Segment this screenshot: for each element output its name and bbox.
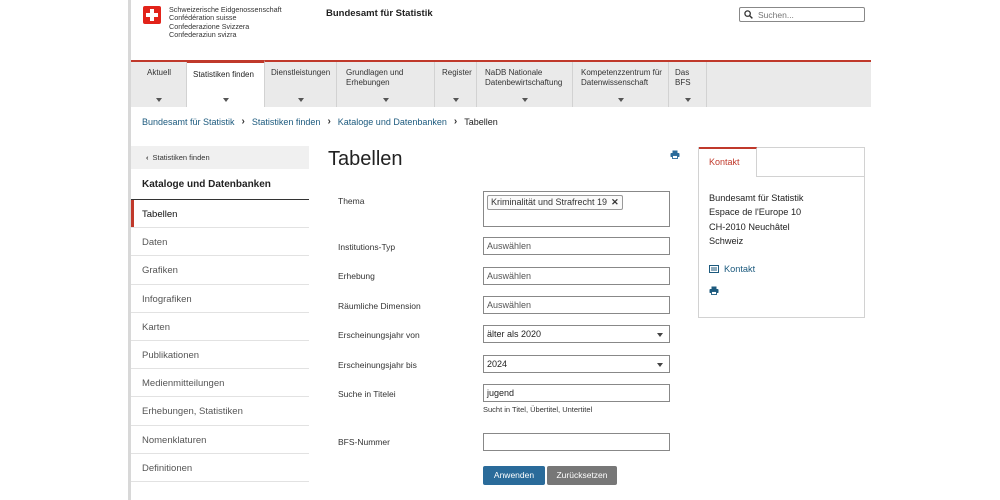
swiss-flag-logo[interactable] bbox=[143, 6, 161, 24]
sidebar-item-karten[interactable]: Karten bbox=[131, 313, 309, 341]
nav-item-aktuell[interactable]: Aktuell bbox=[131, 62, 187, 107]
sidebar-item-medienmitteilungen[interactable]: Medienmitteilungen bbox=[131, 369, 309, 398]
contact-tab-divider bbox=[757, 176, 864, 177]
nav-item-label: Kompetenzzentrum für Datenwissenschaft bbox=[581, 68, 662, 87]
chevron-left-icon: ‹ bbox=[146, 153, 149, 162]
nav-item-das-bfs[interactable]: Das BFS bbox=[669, 62, 707, 107]
search-input[interactable] bbox=[758, 9, 862, 20]
search-box[interactable] bbox=[739, 7, 865, 22]
breadcrumb-link-bfs[interactable]: Bundesamt für Statistik bbox=[142, 117, 235, 127]
chevron-down-icon bbox=[521, 98, 528, 102]
thema-label: Thema bbox=[338, 196, 365, 206]
sidebar-item-erhebungen[interactable]: Erhebungen, Statistiken bbox=[131, 397, 309, 426]
nav-item-label: Register bbox=[442, 68, 472, 77]
sidebar-item-definitionen[interactable]: Definitionen bbox=[131, 454, 309, 482]
sidebar-item-daten[interactable]: Daten bbox=[131, 228, 309, 257]
thema-multiselect[interactable]: Kriminalität und Strafrecht 19 ✕ bbox=[483, 191, 670, 227]
chevron-right-icon: › bbox=[327, 116, 331, 127]
contact-box: Kontakt Bundesamt für Statistik Espace d… bbox=[698, 147, 865, 318]
thema-tag-label: Kriminalität und Strafrecht 19 bbox=[491, 197, 608, 207]
nav-item-statistiken-finden[interactable]: Statistiken finden bbox=[187, 60, 265, 107]
bfs-number-input[interactable] bbox=[483, 433, 670, 451]
sidebar-item-tabellen[interactable]: Tabellen bbox=[131, 200, 309, 229]
address-line: Schweiz bbox=[709, 236, 744, 247]
nav-item-grundlagen[interactable]: Grundlagen und Erhebungen bbox=[337, 62, 435, 107]
chevron-right-icon: › bbox=[241, 116, 245, 127]
contact-address: Bundesamt für Statistik Espace de l'Euro… bbox=[709, 191, 803, 249]
nav-item-kompetenzzentrum[interactable]: Kompetenzzentrum für Datenwissenschaft bbox=[573, 62, 669, 107]
breadcrumb-link-kataloge[interactable]: Kataloge und Datenbanken bbox=[338, 117, 447, 127]
search-icon bbox=[744, 10, 753, 19]
reset-button[interactable]: Zurücksetzen bbox=[547, 466, 617, 485]
nav-item-dienstleistungen[interactable]: Dienstleistungen bbox=[265, 62, 337, 107]
chevron-down-icon bbox=[297, 98, 304, 102]
bis-dropdown[interactable]: 2024 bbox=[483, 355, 670, 373]
bfs-label: BFS-Nummer bbox=[338, 437, 390, 447]
breadcrumb-link-statistiken[interactable]: Statistiken finden bbox=[252, 117, 321, 127]
office-name[interactable]: Bundesamt für Statistik bbox=[326, 8, 433, 19]
nav-item-label: Statistiken finden bbox=[193, 70, 254, 79]
contact-link[interactable]: Kontakt bbox=[709, 264, 755, 274]
confederation-rm: Confederaziun svizra bbox=[169, 30, 237, 40]
page-title: Tabellen bbox=[328, 148, 403, 170]
institution-label: Institutions-Typ bbox=[338, 242, 396, 252]
nav-item-label: NaDB Nationale Datenbewirtschaftung bbox=[485, 68, 563, 87]
bis-label: Erscheinungsjahr bis bbox=[338, 360, 417, 370]
thema-selected-tag: Kriminalität und Strafrecht 19 ✕ bbox=[487, 195, 623, 210]
sidebar-item-infografiken[interactable]: Infografiken bbox=[131, 285, 309, 313]
address-line: Espace de l'Europe 10 bbox=[709, 207, 802, 218]
contact-card-icon bbox=[709, 265, 719, 273]
print-icon[interactable] bbox=[670, 150, 680, 159]
site-header: Schweizerische Eidgenossenschaft Confédé… bbox=[131, 0, 871, 60]
nav-item-label: Aktuell bbox=[147, 68, 172, 77]
erhebung-label: Erhebung bbox=[338, 271, 375, 281]
von-label: Erscheinungsjahr von bbox=[338, 330, 420, 340]
sidebar-back-label: Statistiken finden bbox=[152, 153, 210, 162]
von-dropdown[interactable]: älter als 2020 bbox=[483, 325, 670, 343]
institution-select[interactable]: Auswählen bbox=[483, 237, 670, 255]
sidebar-back-link[interactable]: ‹ Statistiken finden bbox=[131, 146, 309, 169]
close-icon[interactable]: ✕ bbox=[611, 197, 619, 207]
confederation-names: Schweizerische Eidgenossenschaft Confédé… bbox=[169, 5, 282, 40]
raum-select[interactable]: Auswählen bbox=[483, 296, 670, 314]
sidebar-item-nomenklaturen[interactable]: Nomenklaturen bbox=[131, 426, 309, 454]
sidebar-section-title[interactable]: Kataloge und Datenbanken bbox=[131, 169, 309, 200]
sidebar: ‹ Statistiken finden Kataloge und Datenba… bbox=[131, 146, 309, 482]
main-navigation: Aktuell Statistiken finden Dienstleistun… bbox=[131, 60, 871, 107]
nav-item-nadb[interactable]: NaDB Nationale Datenbewirtschaftung bbox=[477, 62, 573, 107]
sidebar-item-publikationen[interactable]: Publikationen bbox=[131, 341, 309, 370]
apply-button[interactable]: Anwenden bbox=[483, 466, 545, 485]
chevron-down-icon bbox=[684, 98, 691, 102]
nav-item-label: Grundlagen und Erhebungen bbox=[346, 68, 404, 87]
breadcrumb-current: Tabellen bbox=[464, 116, 498, 127]
chevron-down-icon bbox=[617, 98, 624, 102]
chevron-down-icon bbox=[222, 98, 229, 102]
titel-hint: Sucht in Titel, Übertitel, Untertitel bbox=[483, 405, 593, 414]
chevron-down-icon bbox=[657, 333, 663, 337]
print-icon[interactable] bbox=[709, 286, 719, 295]
breadcrumb: Bundesamt für Statistik › Statistiken fi… bbox=[142, 116, 498, 127]
nav-item-label: Dienstleistungen bbox=[271, 68, 331, 77]
address-line: CH-2010 Neuchâtel bbox=[709, 221, 790, 232]
chevron-down-icon bbox=[657, 363, 663, 367]
sidebar-item-grafiken[interactable]: Grafiken bbox=[131, 256, 309, 285]
raum-label: Räumliche Dimension bbox=[338, 301, 421, 311]
contact-tab[interactable]: Kontakt bbox=[699, 147, 757, 177]
chevron-right-icon: › bbox=[453, 116, 458, 127]
nav-item-register[interactable]: Register bbox=[435, 62, 477, 107]
titel-label: Suche in Titelei bbox=[338, 389, 396, 399]
von-value: älter als 2020 bbox=[487, 329, 542, 339]
chevron-down-icon bbox=[382, 98, 389, 102]
titel-search-input[interactable]: jugend bbox=[483, 384, 670, 402]
bis-value: 2024 bbox=[487, 359, 508, 369]
chevron-down-icon bbox=[452, 98, 459, 102]
nav-item-label: Das BFS bbox=[675, 68, 691, 87]
erhebung-select[interactable]: Auswählen bbox=[483, 267, 670, 285]
contact-link-label: Kontakt bbox=[724, 264, 756, 274]
chevron-down-icon bbox=[155, 98, 162, 102]
address-line: Bundesamt für Statistik bbox=[709, 193, 804, 203]
